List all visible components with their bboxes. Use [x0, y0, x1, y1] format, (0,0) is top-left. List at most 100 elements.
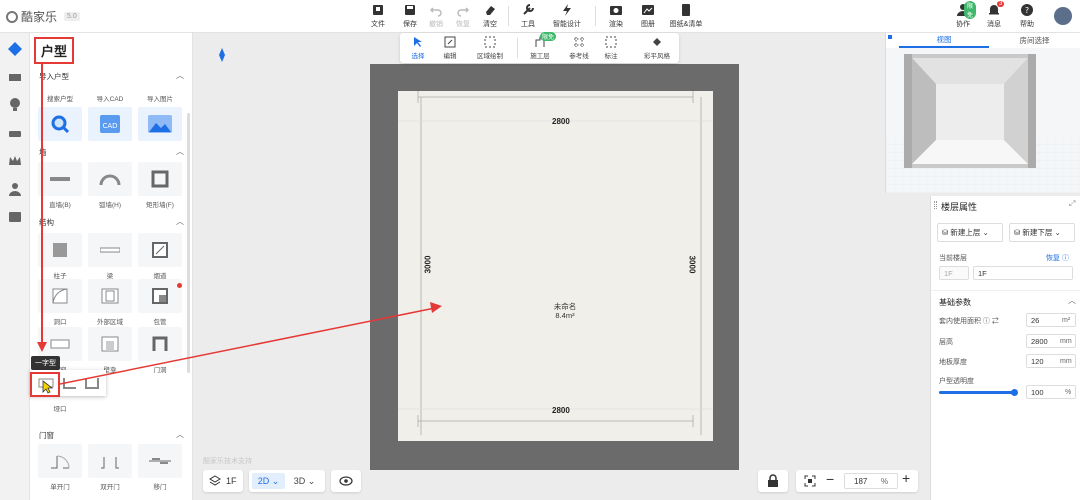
chevron-up-icon[interactable]: ︿ [176, 216, 184, 227]
yakou-item[interactable]: 垭口 [38, 403, 82, 413]
hardware-icon[interactable] [7, 69, 23, 85]
pipe-item[interactable]: 包管 [138, 279, 182, 326]
floor-name-input[interactable]: 1F [973, 266, 1073, 280]
height-value: 2800 [1031, 337, 1048, 346]
tools-button[interactable]: 工具 [513, 3, 543, 29]
rect-wall-item[interactable]: 矩形墙(F) [138, 162, 182, 209]
dimension-tool[interactable]: 标注 [595, 36, 627, 60]
help-label: 帮助 [1020, 21, 1034, 28]
divider [931, 290, 1080, 291]
sofa-icon[interactable] [7, 125, 23, 141]
zoom-in-button[interactable]: + [902, 470, 910, 486]
new-lower-floor-button[interactable]: ⛁ 新建下层 ⌄ [1009, 223, 1075, 242]
new-upper-label: 新建上层 [950, 228, 981, 237]
opening-item[interactable]: 洞口 [38, 279, 82, 326]
app-logo[interactable]: 酷家乐 5.0 [6, 8, 80, 25]
visibility-button[interactable] [331, 470, 361, 492]
item-label: 单开门 [50, 484, 70, 491]
search-floorplan-item[interactable]: 搜索户型 [38, 93, 82, 144]
messages-button[interactable]: 消息 3 [981, 1, 1007, 29]
double-door-item[interactable]: 双开门 [88, 444, 132, 491]
lock-button[interactable] [758, 470, 788, 492]
3d-room-preview[interactable] [886, 48, 1080, 193]
collab-button[interactable]: 协作 限免 [950, 1, 976, 29]
render-button[interactable]: 渲染 [601, 3, 631, 29]
file-button[interactable]: 文件 [363, 3, 393, 29]
reference-line-tool[interactable]: 参考线 [563, 36, 595, 60]
slider-thumb[interactable] [1011, 389, 1018, 396]
tab-view[interactable]: 视图 [899, 33, 989, 48]
preview-tabs: 视图 房间选择 [899, 33, 1080, 48]
floor-switcher[interactable]: 1F [203, 470, 243, 492]
fit-view-icon[interactable] [804, 475, 816, 487]
lightbulb-icon[interactable] [7, 97, 23, 113]
cabinet-icon[interactable] [7, 209, 23, 225]
floor-height-input[interactable]: 2800 mm [1026, 334, 1076, 348]
user-icon[interactable] [7, 181, 23, 197]
select-tool[interactable]: 选择 [402, 36, 434, 60]
dim-bottom-label: 2800 [552, 406, 570, 415]
restore-link[interactable]: 恢复 ⓘ [1046, 253, 1069, 263]
redo-button[interactable]: 恢复 [448, 3, 478, 29]
floorplan-icon[interactable] [7, 41, 23, 57]
edit-tool[interactable]: 编辑 [434, 36, 466, 60]
link-icon[interactable]: ⇄ [992, 318, 999, 325]
u-bay-icon[interactable] [84, 376, 100, 390]
l-bay-icon[interactable] [62, 376, 78, 390]
toolbar-divider [517, 38, 518, 58]
smart-design-button[interactable]: 智能设计 [552, 3, 582, 29]
preview-corner-handle[interactable] [888, 35, 892, 39]
door-opening-item[interactable]: 门洞 [138, 327, 182, 374]
structure-section-header[interactable]: 结构 [39, 217, 54, 228]
new-upper-floor-button[interactable]: ⛁ 新建上层 ⌄ [937, 223, 1003, 242]
left-icon-rail [0, 33, 30, 500]
wall-section-header[interactable]: 墙 [39, 147, 47, 158]
clear-button[interactable]: 清空 [475, 3, 505, 29]
redo-label: 恢复 [456, 21, 470, 28]
chevron-up-icon[interactable]: ︿ [176, 429, 184, 440]
expand-icon[interactable]: ⤢ [1069, 199, 1075, 209]
construction-layer-tool[interactable]: 施工层 限免 [524, 32, 556, 60]
straight-wall-item[interactable]: 直墙(B) [38, 162, 82, 209]
panel-scrollbar[interactable] [187, 113, 190, 373]
beam-item[interactable]: 梁 [88, 233, 132, 280]
avatar[interactable] [1054, 7, 1072, 25]
messages-badge: 3 [997, 1, 1005, 7]
drawings-button[interactable]: 图纸&清单 [664, 3, 708, 29]
outer-area-item[interactable]: 外部区域 [88, 279, 132, 326]
straight-wall-icon [38, 162, 82, 196]
flue-item[interactable]: 烟道 [138, 233, 182, 280]
arc-wall-item[interactable]: 弧墙(H) [88, 162, 132, 209]
mode-3d-button[interactable]: 3D ⌄ [288, 473, 321, 489]
chevron-up-icon[interactable]: ︿ [176, 146, 184, 157]
mode-3d-label: 3D [293, 476, 306, 486]
zoom-input[interactable]: 187 % [844, 473, 898, 489]
undo-button[interactable]: 撤销 [421, 3, 451, 29]
chevron-up-icon[interactable]: ︿ [1068, 295, 1076, 306]
import-cad-item[interactable]: 导入CAD CAD [88, 93, 132, 144]
import-image-item[interactable]: 导入图片 [138, 93, 182, 144]
import-section-header[interactable]: 导入户型 [39, 71, 69, 82]
album-button[interactable]: 图册 [633, 3, 663, 29]
layers-down-icon: ⛁ [1014, 228, 1021, 237]
tab-room-select[interactable]: 房间选择 [989, 33, 1080, 48]
crown-icon[interactable] [7, 153, 23, 169]
room-label[interactable]: 未命名 8.4m² [540, 302, 590, 320]
drag-handle-icon[interactable] [934, 201, 937, 209]
column-item[interactable]: 柱子 [38, 233, 82, 280]
niche-item[interactable]: 壁龛 [88, 327, 132, 374]
transparency-slider[interactable] [939, 389, 1018, 396]
sliding-door-item[interactable]: 移门 [138, 444, 182, 491]
chevron-up-icon[interactable]: ︿ [176, 70, 184, 81]
area-draw-tool[interactable]: 区域绘制 [470, 36, 510, 60]
zoom-out-button[interactable]: − [826, 471, 834, 487]
single-door-item[interactable]: 单开门 [38, 444, 82, 491]
slab-thickness-input[interactable]: 120 mm [1026, 354, 1076, 368]
mode-2d-button[interactable]: 2D ⌄ [252, 473, 285, 489]
area-input[interactable]: 26 m² [1026, 313, 1076, 327]
transparency-input[interactable]: 100 % [1026, 385, 1076, 399]
door-window-section-header[interactable]: 门窗 [39, 430, 54, 441]
help-button[interactable]: ? 帮助 [1014, 3, 1040, 29]
color-style-tool[interactable]: 彩平风格 [638, 36, 676, 60]
floor-properties-panel: 楼层属性 ⤢ ⛁ 新建上层 ⌄ ⛁ 新建下层 ⌄ 当前楼层 恢复 ⓘ 1F 1F… [930, 196, 1080, 500]
